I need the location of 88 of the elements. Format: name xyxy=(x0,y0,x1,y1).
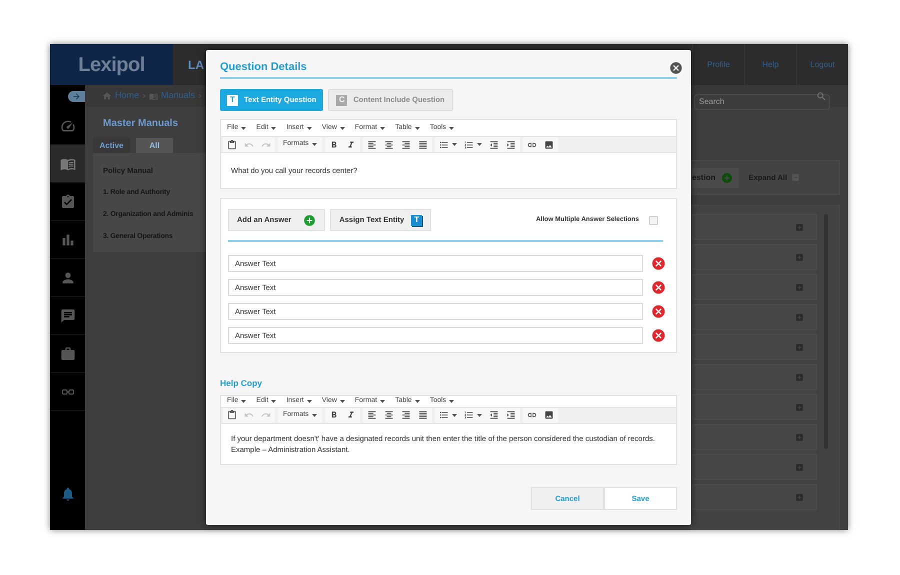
home-icon xyxy=(102,91,112,101)
align-left-icon xyxy=(366,140,377,150)
outdent-icon xyxy=(488,410,499,420)
briefcase-icon xyxy=(60,346,76,362)
caret-icon xyxy=(271,400,276,403)
tab[interactable]: All xyxy=(136,138,173,153)
type-icon: C xyxy=(336,94,348,106)
gauge-icon xyxy=(60,118,76,134)
caret-icon xyxy=(312,414,317,417)
italic-icon xyxy=(346,140,356,150)
bullet-list-icon xyxy=(438,410,449,420)
delete-answer-button[interactable] xyxy=(651,256,666,271)
caret-icon xyxy=(449,400,454,403)
checkbox[interactable] xyxy=(649,216,658,224)
caret-icon xyxy=(312,143,317,146)
plus-box-icon xyxy=(795,402,804,412)
caret-icon xyxy=(476,143,482,146)
clipboard-icon xyxy=(60,194,76,210)
plus-box-icon xyxy=(795,312,804,322)
chat-bubble-icon xyxy=(60,308,76,324)
caret-icon xyxy=(476,414,482,417)
bell-icon[interactable] xyxy=(60,486,76,502)
delete-answer-button[interactable] xyxy=(651,304,666,319)
indent-icon xyxy=(506,410,516,420)
book-icon xyxy=(149,92,158,100)
delete-icon xyxy=(651,256,666,271)
caret-icon xyxy=(380,126,386,130)
dialog-title: Question Details xyxy=(220,60,307,76)
search-icon xyxy=(816,90,827,102)
align-center-icon xyxy=(384,410,394,420)
app-title: LA xyxy=(188,56,204,74)
arrow-right-icon xyxy=(72,92,81,100)
paste-icon xyxy=(227,410,237,420)
close-icon xyxy=(669,60,683,74)
delete-icon xyxy=(651,328,666,343)
caret-icon xyxy=(340,126,345,130)
plus-box-icon xyxy=(795,282,804,292)
tab[interactable]: Active xyxy=(93,138,130,153)
person-icon xyxy=(60,270,76,286)
type-icon: T xyxy=(227,94,238,106)
delete-icon xyxy=(651,280,666,295)
search-field[interactable]: Search xyxy=(694,94,830,110)
caret-icon xyxy=(414,126,420,130)
numbered-list-icon xyxy=(464,410,474,420)
plus-box-icon xyxy=(795,432,804,442)
bullet-list-icon xyxy=(438,140,449,150)
outdent-icon xyxy=(488,140,499,150)
expand-rail-button[interactable] xyxy=(68,90,85,102)
delete-answer-button[interactable] xyxy=(651,280,666,295)
caret-icon xyxy=(306,126,312,130)
section-heading: Help Copy xyxy=(220,377,264,390)
caret-icon xyxy=(306,400,312,403)
image-icon xyxy=(544,140,554,150)
align-left-icon xyxy=(366,410,377,420)
plus-box-icon xyxy=(795,222,804,232)
align-right-icon xyxy=(400,410,411,420)
paste-icon xyxy=(227,140,237,150)
plus-icon xyxy=(720,172,733,184)
caret-icon xyxy=(271,126,276,130)
numbered-list-icon xyxy=(464,140,474,150)
caret-icon xyxy=(340,400,345,403)
delete-answer-button[interactable] xyxy=(651,328,666,343)
logo: Lexipol xyxy=(50,44,173,85)
caret-icon xyxy=(380,400,386,403)
caret-icon xyxy=(241,400,246,403)
caret-icon xyxy=(449,126,454,130)
align-right-icon xyxy=(400,140,411,150)
entity-icon: T xyxy=(411,214,422,226)
close-button[interactable] xyxy=(669,60,683,74)
plus-box-icon xyxy=(795,372,804,382)
caret-icon xyxy=(452,414,457,417)
plus-box-icon xyxy=(795,462,804,472)
italic-icon xyxy=(346,410,356,420)
image-icon xyxy=(544,410,554,420)
delete-icon xyxy=(651,304,666,319)
caret-icon xyxy=(241,126,246,130)
caret-icon xyxy=(414,400,420,403)
indent-icon xyxy=(506,140,516,150)
align-center-icon xyxy=(384,140,394,150)
plus-box-icon xyxy=(795,492,804,502)
plus-box-icon xyxy=(795,252,804,262)
align-justify-icon xyxy=(418,140,428,150)
caret-icon xyxy=(452,143,457,146)
page-title: Master Manuals xyxy=(102,117,180,131)
plus-box-icon xyxy=(795,342,804,352)
plus-icon xyxy=(303,214,316,226)
align-justify-icon xyxy=(418,410,428,420)
bar-chart-icon xyxy=(60,232,76,248)
